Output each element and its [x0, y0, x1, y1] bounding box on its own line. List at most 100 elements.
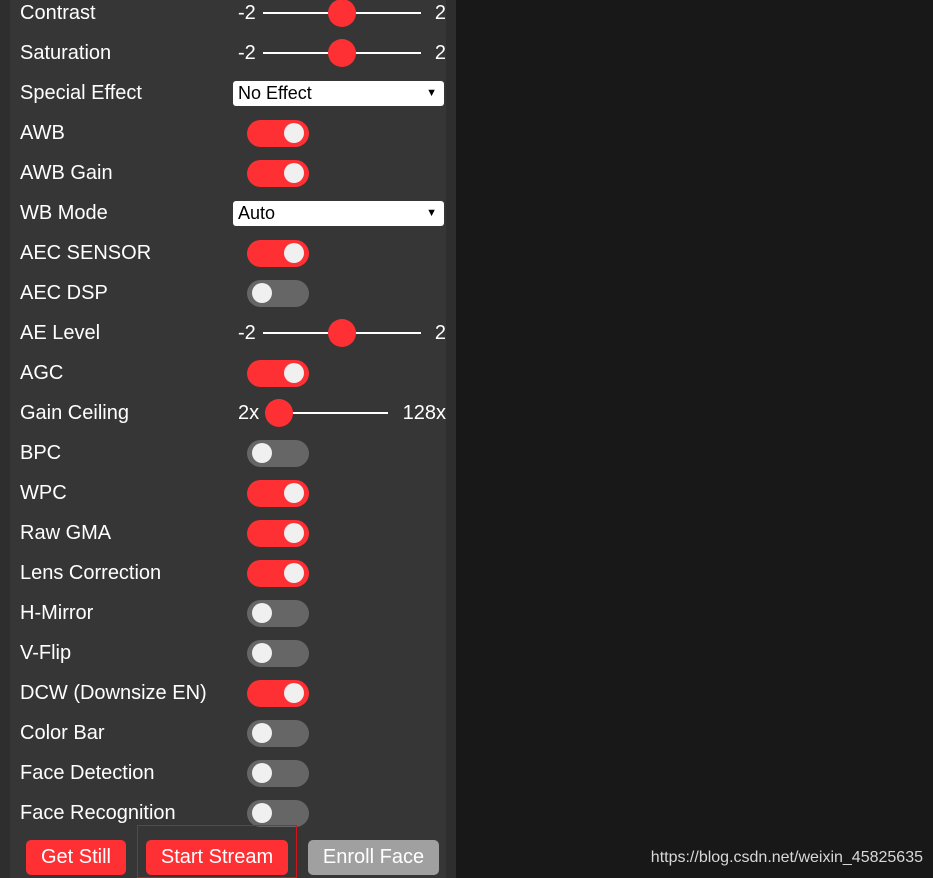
- agc-row: AGC: [20, 353, 444, 393]
- wpc-label: WPC: [20, 482, 67, 504]
- contrast-thumb[interactable]: [328, 0, 356, 27]
- watermark-url: https://blog.csdn.net/weixin_45825635: [650, 849, 923, 866]
- saturation-slider[interactable]: -2 2: [238, 38, 446, 68]
- saturation-max: 2: [434, 41, 446, 64]
- raw-gma-toggle[interactable]: [247, 519, 309, 547]
- agc-toggle[interactable]: [247, 359, 309, 387]
- h-mirror-row: H-Mirror: [20, 593, 444, 633]
- gain-ceiling-min: 2x: [238, 401, 260, 424]
- raw-gma-row: Raw GMA: [20, 513, 444, 553]
- awb-row: AWB: [20, 113, 444, 153]
- awb-label: AWB: [20, 122, 65, 144]
- aec-sensor-label: AEC SENSOR: [20, 242, 152, 264]
- toggle-knob: [284, 243, 304, 263]
- ae-level-min: -2: [238, 321, 256, 344]
- gain-ceiling-row: Gain Ceiling 2x 128x: [20, 393, 446, 433]
- panel-right-edge: [446, 0, 456, 878]
- toggle-knob: [284, 483, 304, 503]
- toggle-knob: [284, 123, 304, 143]
- ae-level-label: AE Level: [20, 322, 101, 344]
- aec-dsp-toggle[interactable]: [247, 279, 309, 307]
- wpc-row: WPC: [20, 473, 444, 513]
- dcw-label: DCW (Downsize EN): [20, 682, 207, 704]
- gain-ceiling-thumb[interactable]: [265, 399, 293, 427]
- wb-mode-row: WB Mode Auto ▼: [20, 193, 444, 233]
- get-still-button[interactable]: Get Still: [26, 840, 126, 875]
- face-detection-label: Face Detection: [20, 762, 155, 784]
- lens-correction-label: Lens Correction: [20, 562, 162, 584]
- dcw-toggle[interactable]: [247, 679, 309, 707]
- toggle-knob: [252, 763, 272, 783]
- lens-correction-row: Lens Correction: [20, 553, 444, 593]
- panel-left-edge: [0, 0, 10, 878]
- dropdown-arrow-icon: ▼: [426, 206, 437, 219]
- special-effect-row: Special Effect No Effect ▼: [20, 73, 444, 113]
- toggle-knob: [252, 443, 272, 463]
- special-effect-select[interactable]: No Effect ▼: [233, 80, 444, 106]
- toggle-knob: [252, 643, 272, 663]
- v-flip-toggle[interactable]: [247, 639, 309, 667]
- wb-mode-select[interactable]: Auto ▼: [233, 200, 444, 226]
- saturation-thumb[interactable]: [328, 39, 356, 67]
- special-effect-value: No Effect: [238, 82, 312, 103]
- special-effect-label: Special Effect: [20, 82, 142, 104]
- saturation-row: Saturation -2 2: [20, 33, 446, 73]
- v-flip-label: V-Flip: [20, 642, 72, 664]
- dcw-row: DCW (Downsize EN): [20, 673, 444, 713]
- aec-sensor-toggle[interactable]: [247, 239, 309, 267]
- saturation-label: Saturation: [20, 42, 112, 64]
- ae-level-slider[interactable]: -2 2: [238, 318, 446, 348]
- bpc-label: BPC: [20, 442, 62, 464]
- color-bar-row: Color Bar: [20, 713, 444, 753]
- bpc-toggle[interactable]: [247, 439, 309, 467]
- toggle-knob: [284, 163, 304, 183]
- toggle-knob: [252, 603, 272, 623]
- contrast-label: Contrast: [20, 2, 96, 24]
- color-bar-label: Color Bar: [20, 722, 105, 744]
- agc-label: AGC: [20, 362, 64, 384]
- awb-gain-row: AWB Gain: [20, 153, 444, 193]
- aec-dsp-row: AEC DSP: [20, 273, 444, 313]
- toggle-knob: [284, 683, 304, 703]
- bpc-row: BPC: [20, 433, 444, 473]
- color-bar-toggle[interactable]: [247, 719, 309, 747]
- contrast-max: 2: [434, 1, 446, 24]
- toggle-knob: [284, 523, 304, 543]
- raw-gma-label: Raw GMA: [20, 522, 112, 544]
- toggle-knob: [252, 283, 272, 303]
- face-recognition-toggle[interactable]: [247, 799, 309, 827]
- gain-ceiling-label: Gain Ceiling: [20, 402, 129, 424]
- toggle-knob: [284, 563, 304, 583]
- face-detection-row: Face Detection: [20, 753, 444, 793]
- face-detection-toggle[interactable]: [247, 759, 309, 787]
- start-stream-highlight-box: [137, 825, 297, 878]
- toggle-knob: [252, 803, 272, 823]
- h-mirror-toggle[interactable]: [247, 599, 309, 627]
- ae-level-row: AE Level -2 2: [20, 313, 446, 353]
- gain-ceiling-max: 128x: [402, 401, 446, 424]
- aec-sensor-row: AEC SENSOR: [20, 233, 444, 273]
- aec-dsp-label: AEC DSP: [20, 282, 108, 304]
- contrast-row: Contrast -2 2: [20, 0, 446, 33]
- toggle-knob: [252, 723, 272, 743]
- wpc-toggle[interactable]: [247, 479, 309, 507]
- lens-correction-toggle[interactable]: [247, 559, 309, 587]
- awb-toggle[interactable]: [247, 119, 309, 147]
- h-mirror-label: H-Mirror: [20, 602, 94, 624]
- gain-ceiling-slider[interactable]: 2x 128x: [238, 398, 446, 428]
- saturation-min: -2: [238, 41, 256, 64]
- dropdown-arrow-icon: ▼: [426, 86, 437, 99]
- enroll-face-button[interactable]: Enroll Face: [308, 840, 439, 875]
- settings-panel: Contrast -2 2 Saturation -2 2 Special Ef…: [0, 0, 456, 878]
- gain-ceiling-track: [278, 412, 388, 414]
- toggle-knob: [284, 363, 304, 383]
- v-flip-row: V-Flip: [20, 633, 444, 673]
- contrast-min: -2: [238, 1, 256, 24]
- awb-gain-toggle[interactable]: [247, 159, 309, 187]
- awb-gain-label: AWB Gain: [20, 162, 113, 184]
- contrast-slider[interactable]: -2 2: [238, 0, 446, 28]
- wb-mode-value: Auto: [238, 202, 276, 223]
- ae-level-max: 2: [434, 321, 446, 344]
- face-recognition-label: Face Recognition: [20, 802, 176, 824]
- ae-level-thumb[interactable]: [328, 319, 356, 347]
